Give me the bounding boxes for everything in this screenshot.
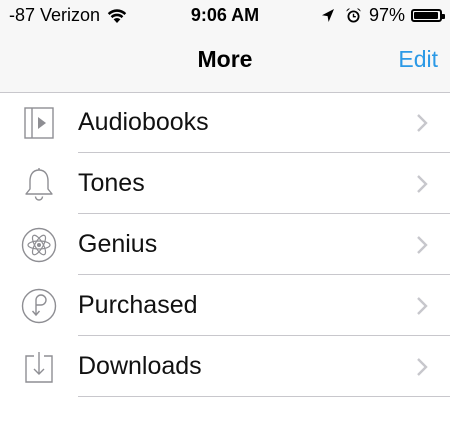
list-item-downloads[interactable]: Downloads xyxy=(0,336,450,397)
row-separator xyxy=(78,396,450,397)
status-bar: -87 Verizon 9:06 AM 97% xyxy=(0,0,450,32)
list-item-genius[interactable]: Genius xyxy=(0,214,450,275)
edit-button[interactable]: Edit xyxy=(398,46,438,73)
battery-fill xyxy=(414,12,438,19)
list-item-label: Audiobooks xyxy=(78,108,209,136)
battery-nub xyxy=(442,14,445,19)
top-bar: -87 Verizon 9:06 AM 97% More Edit xyxy=(0,0,450,93)
list-item-label: Genius xyxy=(78,230,158,258)
download-icon xyxy=(20,336,58,397)
navigation-bar: More Edit xyxy=(0,32,450,92)
chevron-right-icon xyxy=(416,235,428,255)
battery-icon xyxy=(411,9,445,22)
genius-atom-icon xyxy=(20,214,58,275)
purchased-icon xyxy=(20,275,58,336)
bell-icon xyxy=(20,153,58,214)
list-item-label: Tones xyxy=(78,169,145,197)
more-list: Audiobooks Tones Genius Purchased Downlo… xyxy=(0,92,450,397)
battery-percent: 97% xyxy=(368,5,405,25)
status-right: 97% xyxy=(321,5,445,26)
chevron-right-icon xyxy=(416,296,428,316)
page-title: More xyxy=(197,46,253,72)
list-item-purchased[interactable]: Purchased xyxy=(0,275,450,336)
chevron-right-icon xyxy=(416,357,428,377)
audiobook-icon xyxy=(20,92,58,153)
location-arrow-icon xyxy=(321,8,335,24)
chevron-right-icon xyxy=(416,174,428,194)
chevron-right-icon xyxy=(416,113,428,133)
list-item-tones[interactable]: Tones xyxy=(0,153,450,214)
alarm-clock-icon xyxy=(345,7,362,24)
list-item-audiobooks[interactable]: Audiobooks xyxy=(0,92,450,153)
list-item-label: Downloads xyxy=(78,352,202,380)
list-item-label: Purchased xyxy=(78,291,198,319)
